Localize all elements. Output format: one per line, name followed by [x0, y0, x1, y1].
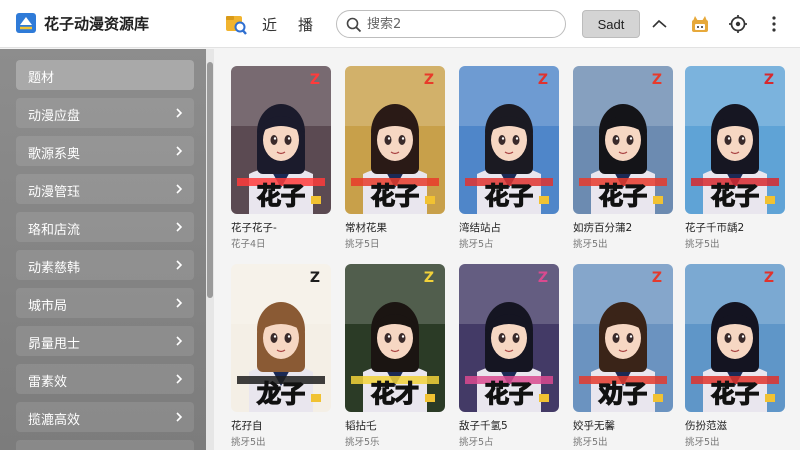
anime-poster: 花才 Z: [345, 264, 445, 412]
poster-title-text: 花子: [485, 380, 533, 408]
svg-text:Z: Z: [538, 72, 548, 88]
anime-poster: 花子 Z: [573, 66, 673, 214]
sidebar-item-label: 昴量甩士: [28, 337, 81, 352]
card-meta: 挑牙5日: [345, 239, 380, 250]
poster-title-text: 花子: [485, 182, 533, 210]
card-title: 伤扮范滋: [685, 420, 727, 432]
svg-text:Z: Z: [310, 72, 320, 88]
sidebar-item-label: 揽漉高效: [28, 413, 81, 428]
anime-poster: 花子 Z: [231, 66, 331, 214]
poster-title-text: 花子: [711, 182, 759, 210]
sidebar-item[interactable]: 动素慈韩: [16, 250, 194, 280]
more-vertical-icon[interactable]: [764, 14, 784, 34]
anime-poster: 花子 Z: [459, 264, 559, 412]
cat-icon[interactable]: [690, 14, 710, 34]
poster-title-text: 花才: [371, 380, 419, 408]
sidebar-item[interactable]: 歌源系奥: [16, 136, 194, 166]
chevron-right-icon: [176, 298, 183, 308]
chevron-right-icon: [176, 108, 183, 118]
chevron-right-icon: [176, 260, 183, 270]
chevron-right-icon: [176, 336, 183, 346]
card-title: 常材花果: [345, 222, 387, 234]
chevron-up-icon[interactable]: [650, 14, 670, 34]
card-meta: 挑牙5出: [685, 437, 720, 448]
sidebar-item-label: 动漫管珏: [28, 185, 81, 200]
sidebar-item-label: 城市局: [28, 299, 68, 314]
card-title: 韬拈乇: [345, 420, 377, 432]
chevron-right-icon: [176, 146, 183, 156]
card-meta: 挑牙5占: [459, 437, 494, 448]
svg-text:Z: Z: [424, 72, 434, 88]
poster-title-text: 花子: [257, 182, 305, 210]
sidebar-item[interactable]: 揽漉高效: [16, 402, 194, 432]
poster-title-text: 花子: [599, 182, 647, 210]
anime-poster: 花子 Z: [345, 66, 445, 214]
anime-poster: 花子 Z: [685, 264, 785, 412]
card-title: 姣乎无馨: [573, 420, 615, 432]
anime-poster: 劝子 Z: [573, 264, 673, 412]
sidebar-scrollbar-thumb[interactable]: [207, 62, 213, 298]
chevron-right-icon: [176, 374, 183, 384]
app-header: 花子动漫资源库 近 播 Sadt: [0, 0, 800, 48]
svg-text:Z: Z: [538, 270, 548, 286]
anime-poster: 龙子 Z: [231, 264, 331, 412]
sidebar-item[interactable]: 昴量甩士: [16, 326, 194, 356]
poster-title-text: 花子: [371, 182, 419, 210]
card-meta: 挑牙5出: [573, 239, 608, 250]
svg-text:Z: Z: [310, 270, 320, 286]
sidebar-item-label: 题材: [28, 71, 55, 86]
poster-title-text: 龙子: [257, 380, 305, 408]
sidebar-item[interactable]: 动漫应盘: [16, 98, 194, 128]
sidebar: 题材动漫应盘歌源系奥动漫管珏珞和店流动素慈韩城市局昴量甩士雷素效揽漉高效扩度慧: [0, 49, 206, 450]
chevron-right-icon: [176, 222, 183, 232]
logo-icon: [16, 13, 36, 33]
svg-text:Z: Z: [764, 270, 774, 286]
card-title: 花孖自: [231, 420, 263, 432]
card-meta: 挑牙5出: [231, 437, 266, 448]
sidebar-item-label: 动漫应盘: [28, 109, 81, 124]
svg-text:Z: Z: [652, 72, 662, 88]
anime-poster: 花子 Z: [459, 66, 559, 214]
sidebar-item-label: 珞和店流: [28, 223, 81, 238]
folder-search-icon[interactable]: [224, 12, 248, 36]
chevron-right-icon: [176, 412, 183, 422]
anime-poster: 花子 Z: [685, 66, 785, 214]
nav-recent[interactable]: 近: [262, 14, 277, 35]
settings-icon[interactable]: [728, 14, 748, 34]
primary-action-button[interactable]: Sadt: [582, 10, 640, 38]
card-title: 湾结站占: [459, 222, 501, 234]
card-title: 花子千帀龋2: [685, 222, 745, 234]
search-icon: [346, 17, 362, 33]
card-meta: 挑牙5出: [685, 239, 720, 250]
svg-text:Z: Z: [424, 270, 434, 286]
sidebar-item[interactable]: 城市局: [16, 288, 194, 318]
card-meta: 挑牙5出: [573, 437, 608, 448]
svg-text:Z: Z: [764, 72, 774, 88]
sidebar-item-label: 雷素效: [28, 375, 68, 390]
card-title: 敌子千氢5: [459, 420, 508, 432]
card-meta: 挑牙5乐: [345, 437, 380, 448]
sidebar-item-label: 歌源系奥: [28, 147, 81, 162]
search-input[interactable]: [367, 14, 557, 34]
sidebar-item[interactable]: 珞和店流: [16, 212, 194, 242]
app-title: 花子动漫资源库: [44, 15, 150, 33]
card-meta: 挑牙5占: [459, 239, 494, 250]
sidebar-item-label: 动素慈韩: [28, 261, 81, 276]
chevron-right-icon: [176, 184, 183, 194]
card-meta: 花子4日: [231, 239, 266, 250]
sidebar-item[interactable]: 扩度慧: [16, 440, 194, 450]
sidebar-item[interactable]: 题材: [16, 60, 194, 90]
poster-title-text: 花子: [711, 380, 759, 408]
card-title: 花子花子-: [231, 222, 277, 234]
nav-play[interactable]: 播: [298, 14, 313, 35]
sidebar-item[interactable]: 雷素效: [16, 364, 194, 394]
search-box[interactable]: [336, 10, 566, 38]
poster-title-text: 劝子: [598, 380, 647, 408]
svg-text:Z: Z: [652, 270, 662, 286]
sidebar-item[interactable]: 动漫管珏: [16, 174, 194, 204]
card-title: 如疠百分蒲2: [573, 222, 633, 234]
